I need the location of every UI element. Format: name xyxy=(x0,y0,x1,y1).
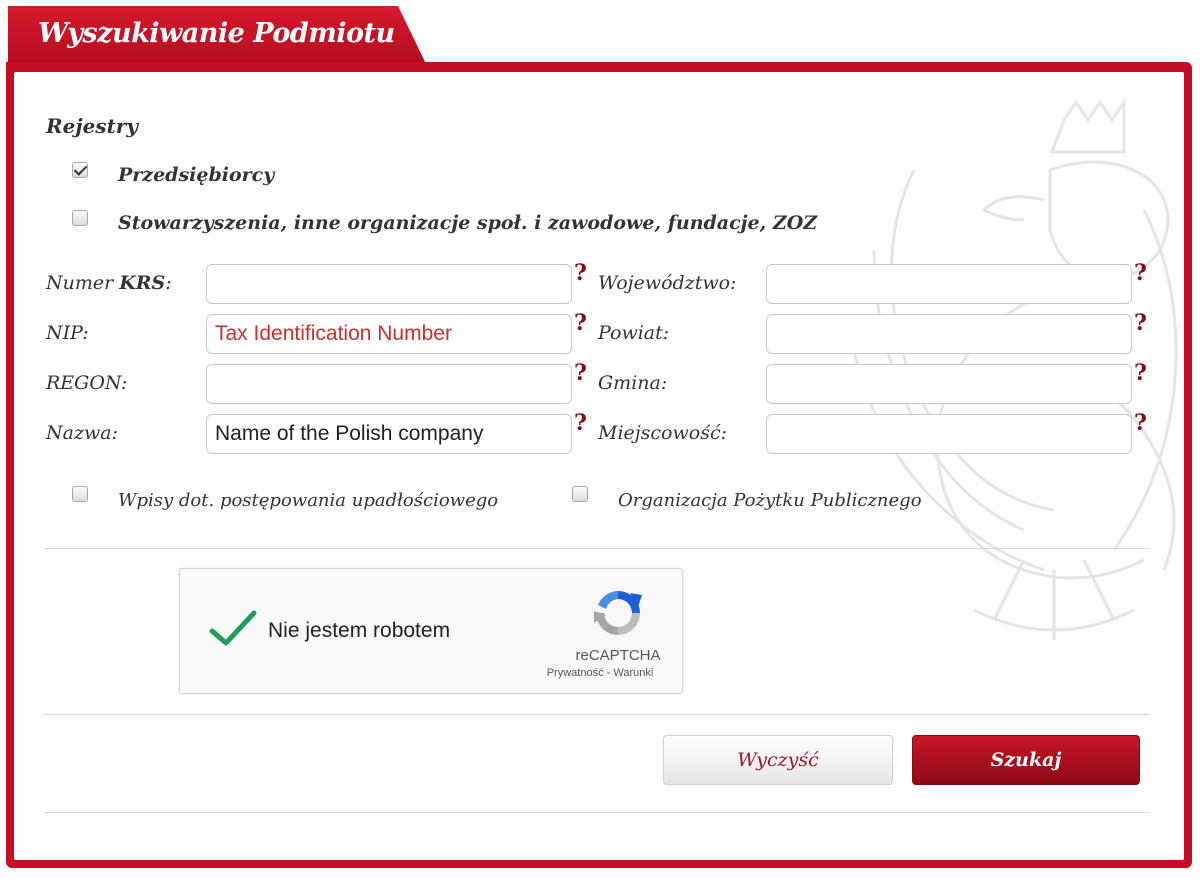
wojewodztwo-input[interactable] xyxy=(766,264,1132,304)
search-button[interactable]: Szukaj xyxy=(912,735,1140,785)
powiat-label: Powiat: xyxy=(598,322,670,344)
checkbox-przedsiebiorcy[interactable] xyxy=(72,162,88,178)
clear-button[interactable]: Wyczyść xyxy=(663,735,893,785)
gmina-help-icon[interactable]: ? xyxy=(1134,360,1147,386)
nip-input[interactable]: Tax Identification Number xyxy=(206,314,572,354)
recaptcha-links[interactable]: Prywatność - Warunki xyxy=(520,667,680,679)
nazwa-input[interactable]: Name of the Polish company xyxy=(206,414,572,454)
registers-title: Rejestry xyxy=(46,114,138,138)
nazwa-label: Nazwa: xyxy=(46,422,118,444)
wojewodztwo-help-icon[interactable]: ? xyxy=(1134,260,1147,286)
powiat-help-icon[interactable]: ? xyxy=(1134,310,1147,336)
krs-label-suffix: : xyxy=(165,272,172,294)
checkbox-opp[interactable] xyxy=(572,486,588,502)
nip-label: NIP: xyxy=(46,322,89,344)
nazwa-help-icon[interactable]: ? xyxy=(574,410,587,436)
krs-help-icon[interactable]: ? xyxy=(574,260,587,286)
checkbox-stowarzyszenia[interactable] xyxy=(72,210,88,226)
nip-help-icon[interactable]: ? xyxy=(574,310,587,336)
checkbox-opp-label: Organizacja Pożytku Publicznego xyxy=(618,490,922,511)
checkbox-bankruptcy-label: Wpisy dot. postępowania upadłościowego xyxy=(118,490,499,511)
recaptcha-label: Nie jestem robotem xyxy=(268,619,451,642)
divider xyxy=(44,714,1150,715)
wojewodztwo-label: Województwo: xyxy=(598,272,737,294)
checkmark-icon[interactable] xyxy=(208,609,258,649)
miejscowosc-input[interactable] xyxy=(766,414,1132,454)
checkbox-stowarzyszenia-label: Stowarzyszenia, inne organizacje społ. i… xyxy=(118,212,818,234)
krs-input[interactable] xyxy=(206,264,572,304)
gmina-label: Gmina: xyxy=(598,372,668,394)
miejscowosc-label: Miejscowość: xyxy=(598,422,727,444)
recaptcha-brand: reCAPTCHA xyxy=(575,647,661,664)
krs-label-strong: KRS xyxy=(119,272,166,294)
checkbox-bankruptcy[interactable] xyxy=(72,486,88,502)
page-title: Wyszukiwanie Podmiotu xyxy=(38,18,395,49)
recaptcha-logo-icon xyxy=(594,591,642,635)
regon-input[interactable] xyxy=(206,364,572,404)
krs-label-prefix: Numer xyxy=(46,272,120,294)
miejscowosc-help-icon[interactable]: ? xyxy=(1134,410,1147,436)
divider xyxy=(44,812,1150,813)
krs-label: Numer KRS: xyxy=(46,272,172,294)
regon-help-icon[interactable]: ? xyxy=(574,360,587,386)
gmina-input[interactable] xyxy=(766,364,1132,404)
regon-label: REGON: xyxy=(46,372,128,394)
powiat-input[interactable] xyxy=(766,314,1132,354)
recaptcha-widget: Nie jestem robotem reCAPTCHA Prywatność … xyxy=(179,568,683,694)
divider xyxy=(44,548,1150,549)
search-panel: Rejestry Przedsiębiorcy Stowarzyszenia, … xyxy=(14,72,1184,860)
checkbox-przedsiebiorcy-label: Przedsiębiorcy xyxy=(118,164,275,186)
